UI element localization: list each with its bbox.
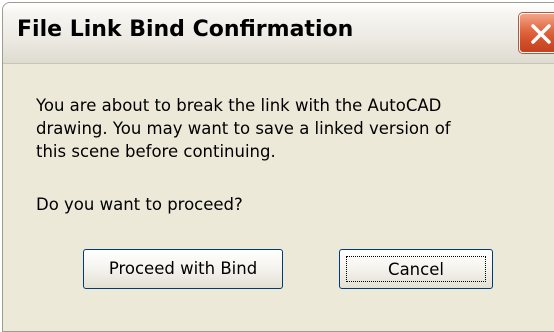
dialog-question: Do you want to proceed? [36, 195, 243, 214]
proceed-with-bind-button[interactable]: Proceed with Bind [83, 249, 283, 289]
focus-ring: Cancel [346, 256, 486, 282]
dialog-title: File Link Bind Confirmation [17, 17, 354, 42]
close-button[interactable] [519, 13, 554, 53]
dialog-window: File Link Bind Confirmation You are abou… [2, 2, 554, 332]
message-line: You are about to break the link with the… [36, 96, 442, 115]
dialog-message: You are about to break the link with the… [36, 94, 536, 163]
message-line: drawing. You may want to save a linked v… [36, 119, 451, 138]
message-line: this scene before continuing. [36, 142, 276, 161]
cancel-button-label: Cancel [388, 260, 444, 279]
cancel-button[interactable]: Cancel [339, 249, 493, 289]
proceed-button-label: Proceed with Bind [108, 259, 258, 278]
title-bar[interactable]: File Link Bind Confirmation [3, 3, 554, 64]
close-x-icon [531, 24, 551, 44]
dialog-body: You are about to break the link with the… [3, 64, 554, 331]
